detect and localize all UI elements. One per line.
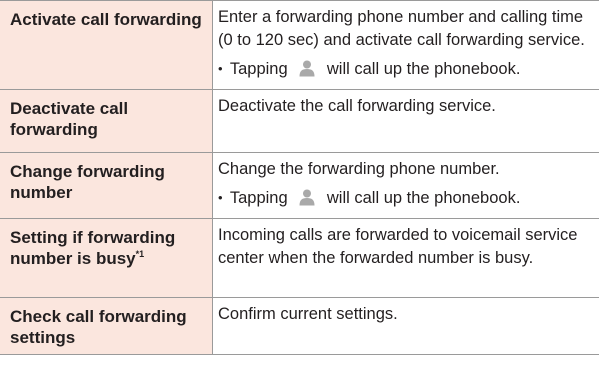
phonebook-note: • Tapping will call up the phonebook. [218, 186, 589, 213]
person-icon [298, 59, 316, 84]
note-text-after: will call up the phonebook. [326, 189, 521, 207]
item-description-cell: Incoming calls are forwarded to voicemai… [212, 218, 599, 298]
table-row-busy-forwarding: Setting if forwarding number is busy*1 I… [0, 218, 599, 298]
table-row-activate: Activate call forwarding Enter a forward… [0, 0, 599, 90]
item-description-cell: Confirm current settings. [212, 297, 599, 355]
item-label: Setting if forwarding number is busy [10, 228, 176, 268]
person-icon [298, 188, 316, 213]
footnote-mark: *1 [135, 249, 145, 259]
item-description: Change the forwarding phone number. [218, 160, 500, 178]
bullet: • [218, 190, 223, 205]
item-label-cell: Setting if forwarding number is busy*1 [0, 218, 213, 298]
item-description: Incoming calls are forwarded to voicemai… [218, 226, 578, 267]
note-text-before: Tapping [229, 189, 288, 207]
item-description: Deactivate the call forwarding service. [218, 97, 496, 115]
item-description: Enter a forwarding phone number and call… [218, 8, 585, 49]
item-description-cell: Deactivate the call forwarding service. [212, 89, 599, 153]
item-description-cell: Enter a forwarding phone number and call… [212, 0, 599, 90]
table-row-deactivate: Deactivate call forwarding Deactivate th… [0, 89, 599, 153]
item-description-cell: Change the forwarding phone number. • Ta… [212, 152, 599, 219]
phonebook-note: • Tapping will call up the phonebook. [218, 57, 589, 84]
item-description: Confirm current settings. [218, 305, 398, 323]
note-text-before: Tapping [229, 60, 288, 78]
call-forwarding-table: Activate call forwarding Enter a forward… [0, 0, 599, 355]
item-label: Check call forwarding settings [0, 297, 213, 355]
item-label: Deactivate call forwarding [0, 89, 213, 153]
bullet: • [218, 61, 223, 76]
note-text-after: will call up the phonebook. [326, 60, 521, 78]
table-row-change-number: Change forwarding number Change the forw… [0, 152, 599, 219]
table-row-check-settings: Check call forwarding settings Confirm c… [0, 297, 599, 355]
item-label: Activate call forwarding [0, 0, 213, 90]
item-label: Change forwarding number [0, 152, 213, 219]
